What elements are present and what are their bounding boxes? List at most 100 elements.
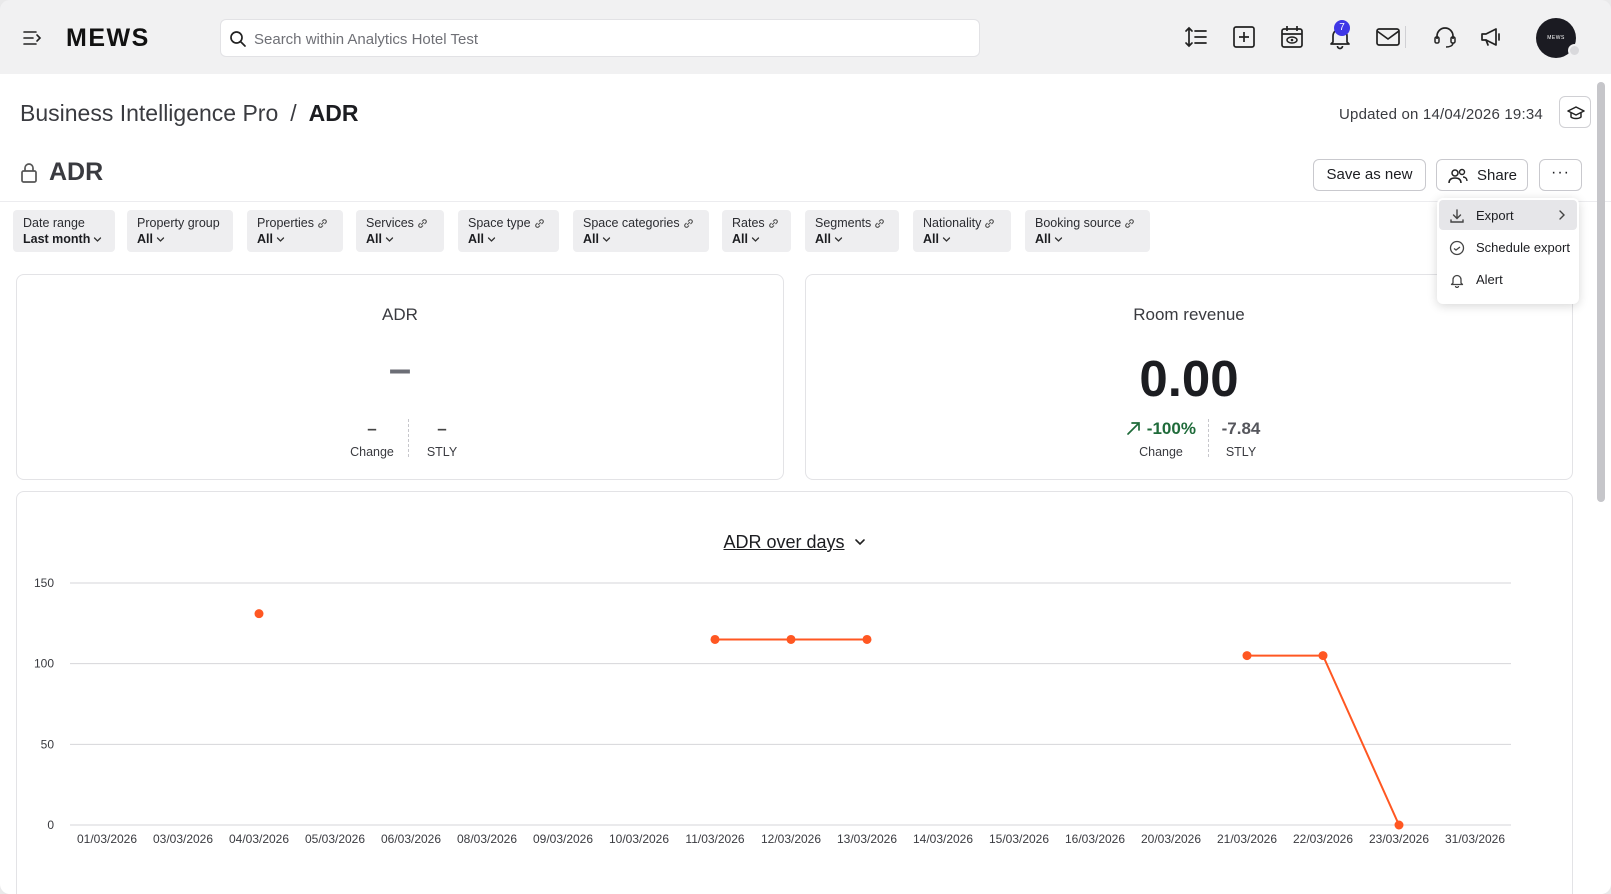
filter-label: Services [366, 216, 434, 230]
support-headset-icon[interactable] [1432, 24, 1458, 50]
more-options-menu: Export Schedule export Alert [1437, 198, 1579, 304]
filter-nationality[interactable]: Nationality All [913, 210, 1011, 252]
x-tick-label: 22/03/2026 [1293, 832, 1353, 846]
x-tick-label: 15/03/2026 [989, 832, 1049, 846]
kpi-stly-value: – [437, 419, 447, 438]
filter-value-text: All [137, 232, 153, 246]
kpi-change-label: Change [1139, 445, 1183, 459]
filter-space-categories[interactable]: Space categories All [573, 210, 709, 252]
trend-arrow-icon [1127, 422, 1140, 435]
filter-services[interactable]: Services All [356, 210, 444, 252]
chevron-down-icon [156, 237, 165, 243]
announcement-megaphone-icon[interactable] [1478, 24, 1504, 50]
line-chart: 0 50 100 150 01/03/2026 03/03/2026 04/03/2026 0… [34, 576, 1511, 846]
filter-label-text: Booking source [1035, 216, 1122, 230]
filter-value: All [583, 232, 699, 246]
filter-property-group[interactable]: Property group All [127, 210, 233, 252]
filter-value-text: All [923, 232, 939, 246]
share-button[interactable]: Share [1436, 159, 1528, 191]
kpi-card-adr: ADR – – Change – STLY [16, 274, 784, 480]
filter-label: Date range [23, 216, 105, 230]
clock-check-icon [1449, 240, 1465, 256]
chevron-down-icon [94, 237, 102, 243]
x-tick-label: 21/03/2026 [1217, 832, 1277, 846]
calendar-view-icon[interactable] [1279, 24, 1305, 50]
mail-icon[interactable] [1375, 24, 1401, 50]
data-point [786, 634, 796, 644]
kpi-change: -100% Change [1111, 419, 1211, 459]
filter-label-text: Nationality [923, 216, 982, 230]
chevron-down-icon [942, 237, 951, 243]
menu-icon[interactable] [22, 28, 42, 48]
share-label: Share [1477, 167, 1518, 184]
breadcrumb-parent[interactable]: Business Intelligence Pro [20, 100, 278, 126]
filter-label: Segments [815, 216, 889, 230]
kpi-stly: -7.84 STLY [1211, 419, 1271, 459]
save-as-new-button[interactable]: Save as new [1313, 159, 1426, 191]
filter-date-range[interactable]: Date range Last month [13, 210, 115, 252]
filter-value: All [1035, 232, 1140, 246]
filter-value: All [732, 232, 781, 246]
menu-item-schedule-export[interactable]: Schedule export [1439, 232, 1577, 262]
menu-item-alert[interactable]: Alert [1439, 264, 1577, 294]
data-point [1394, 820, 1404, 830]
data-point [710, 634, 720, 644]
main-content: Business Intelligence Pro / ADR Updated on… [0, 74, 1611, 894]
top-bar: MEWS 7 [0, 0, 1611, 74]
search-icon [230, 31, 246, 47]
kpi-stly-value: -7.84 [1221, 419, 1261, 438]
sort-icon[interactable] [1183, 24, 1209, 50]
filter-label-text: Services [366, 216, 414, 230]
filter-booking-source[interactable]: Booking source All [1025, 210, 1150, 252]
search-box[interactable] [220, 19, 980, 57]
x-tick-label: 11/03/2026 [685, 832, 744, 846]
kpi-value: – [388, 347, 412, 391]
link-icon [768, 219, 778, 229]
filter-properties[interactable]: Properties All [247, 210, 343, 252]
download-icon [1450, 209, 1464, 223]
add-icon[interactable] [1231, 24, 1257, 50]
x-tick-label: 31/03/2026 [1445, 832, 1505, 846]
chart-card: ADR over days 0 50 100 150 01/03/2026 03/03/2… [16, 491, 1573, 894]
filter-value-text: All [583, 232, 599, 246]
x-tick-label: 13/03/2026 [837, 832, 897, 846]
x-tick-label: 16/03/2026 [1065, 832, 1125, 846]
link-icon [1125, 219, 1135, 229]
data-point [1318, 651, 1328, 661]
mews-logo[interactable]: MEWS [66, 24, 150, 53]
link-icon [985, 219, 995, 229]
filter-value: All [923, 232, 1001, 246]
chevron-right-icon [1559, 210, 1565, 220]
filter-label-text: Space type [468, 216, 531, 230]
filter-value-text: All [815, 232, 831, 246]
kpi-stly: – STLY [417, 419, 467, 459]
chevron-down-icon [751, 237, 760, 243]
chevron-down-icon [1054, 237, 1063, 243]
y-tick-label: 100 [34, 657, 54, 671]
filter-label-text: Segments [815, 216, 872, 230]
x-tick-label: 06/03/2026 [381, 832, 441, 846]
filter-rates[interactable]: Rates All [722, 210, 791, 252]
filter-value-text: All [366, 232, 382, 246]
more-options-button[interactable]: ··· [1539, 159, 1582, 191]
filter-value-text: All [1035, 232, 1051, 246]
graduation-cap-icon [1567, 106, 1585, 120]
filter-value: All [137, 232, 223, 246]
search-input[interactable] [254, 28, 954, 50]
filter-segments[interactable]: Segments All [805, 210, 899, 252]
scrollbar-thumb[interactable] [1597, 82, 1605, 502]
filter-label: Rates [732, 216, 781, 230]
menu-item-label: Alert [1476, 272, 1503, 287]
x-tick-label: 01/03/2026 [77, 832, 137, 846]
kpi-divider [408, 419, 409, 457]
menu-item-export[interactable]: Export [1439, 200, 1577, 230]
filter-label-text: Rates [732, 216, 765, 230]
last-updated: Updated on 14/04/2026 19:34 [1339, 106, 1543, 123]
link-icon [318, 219, 327, 229]
kpi-stly-label: STLY [1225, 445, 1257, 459]
filter-space-type[interactable]: Space type All [458, 210, 559, 252]
filter-value-text: Last month [23, 232, 91, 246]
kpi-card-room-revenue: Room revenue 0.00 -100% Change -7.84 STL… [805, 274, 1573, 480]
filter-label: Nationality [923, 216, 1001, 230]
learn-button[interactable] [1559, 96, 1591, 128]
